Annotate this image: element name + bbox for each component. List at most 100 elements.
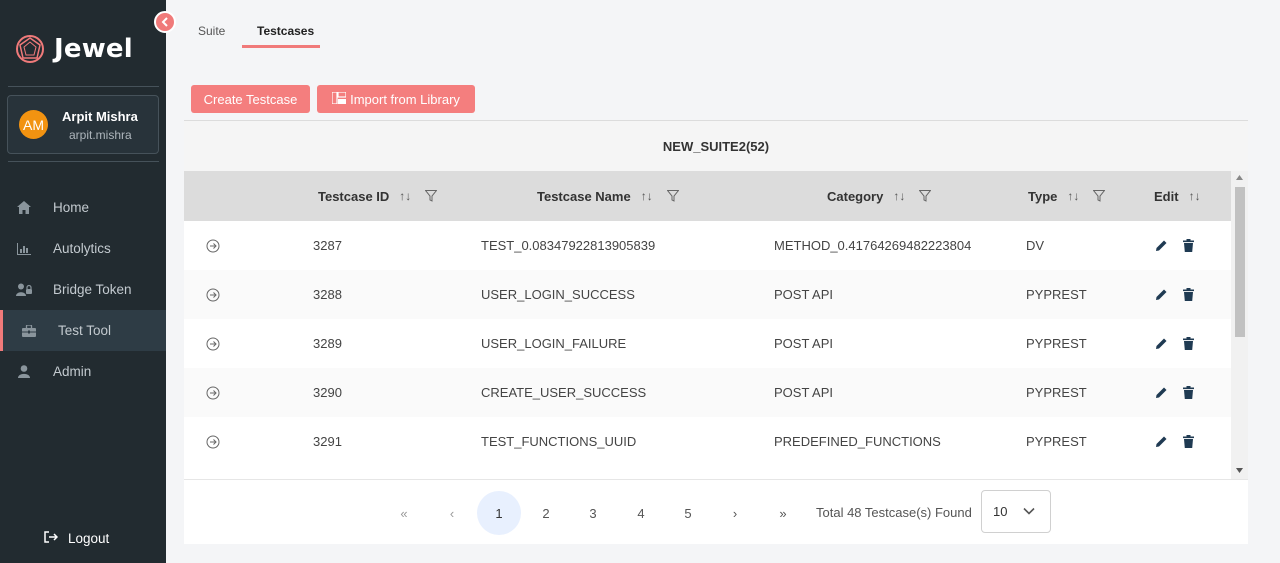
category-cell: POST API <box>774 385 834 400</box>
table-body: 3287 TEST_0.08347922813905839 METHOD_0.4… <box>184 221 1231 466</box>
testcase-name-cell: TEST_0.08347922813905839 <box>481 238 656 253</box>
sidebar-item-bridge-token[interactable]: Bridge Token <box>0 269 166 310</box>
filter-icon[interactable] <box>666 190 679 202</box>
sidebar-item-label: Bridge Token <box>53 282 132 297</box>
library-icon <box>331 90 347 107</box>
sort-icon[interactable]: ↑↓ <box>399 189 411 203</box>
expand-row-icon[interactable] <box>206 270 220 319</box>
type-cell: DV <box>1026 238 1045 253</box>
table-scrollbar[interactable] <box>1231 171 1248 479</box>
sidebar-item-test-tool[interactable]: Test Tool <box>0 310 166 351</box>
expand-row-icon[interactable] <box>206 417 220 466</box>
type-cell: PYPREST <box>1026 385 1087 400</box>
filter-icon[interactable] <box>1093 190 1106 202</box>
total-count-text: Total 48 Testcase(s) Found <box>816 505 972 520</box>
avatar: AM <box>19 110 48 139</box>
tab-suite[interactable]: Suite <box>198 24 225 38</box>
category-cell: POST API <box>774 336 834 351</box>
edit-icon[interactable] <box>1155 319 1168 368</box>
column-header-type[interactable]: Type ↑↓ <box>1028 171 1106 221</box>
sidebar-divider <box>8 161 159 162</box>
tab-testcases[interactable]: Testcases <box>257 24 314 38</box>
page-button-1[interactable]: 1 <box>477 491 521 535</box>
page-button-5[interactable]: 5 <box>666 491 710 535</box>
testcase-id-cell: 3288 <box>313 287 342 302</box>
edit-icon[interactable] <box>1155 270 1168 319</box>
page-button-2[interactable]: 2 <box>524 491 568 535</box>
edit-icon[interactable] <box>1155 368 1168 417</box>
sidebar-collapse-button[interactable] <box>154 11 176 33</box>
testcase-name-cell: USER_LOGIN_FAILURE <box>481 336 627 351</box>
scroll-down-icon[interactable] <box>1236 468 1243 473</box>
sort-icon[interactable]: ↑↓ <box>1189 189 1201 203</box>
logout-button[interactable]: Logout <box>44 531 109 546</box>
category-cell: PREDEFINED_FUNCTIONS <box>774 434 941 449</box>
sidebar-item-label: Test Tool <box>58 323 112 338</box>
sidebar: Jewel AM Arpit Mishra arpit.mishra Home … <box>0 0 166 563</box>
logout-icon <box>44 531 59 546</box>
delete-icon[interactable] <box>1183 368 1194 417</box>
testcase-name-cell: TEST_FUNCTIONS_UUID <box>481 434 637 449</box>
page-button-4[interactable]: 4 <box>619 491 663 535</box>
jewel-logo-icon <box>16 35 44 63</box>
column-header-testcase-id[interactable]: Testcase ID ↑↓ <box>318 171 438 221</box>
logout-label: Logout <box>68 531 110 546</box>
edit-icon[interactable] <box>1155 221 1168 270</box>
edit-icon[interactable] <box>1155 417 1168 466</box>
app-name: Jewel <box>54 34 133 64</box>
rows-per-page-select[interactable]: 10 <box>981 490 1051 533</box>
table-row: 3289 USER_LOGIN_FAILURE POST API PYPREST <box>184 319 1231 368</box>
user-username: arpit.mishra <box>69 128 132 142</box>
sidebar-divider <box>8 86 159 87</box>
table-row: 3288 USER_LOGIN_SUCCESS POST API PYPREST <box>184 270 1231 319</box>
delete-icon[interactable] <box>1183 270 1194 319</box>
sidebar-item-admin[interactable]: Admin <box>0 351 166 392</box>
scroll-up-icon[interactable] <box>1236 175 1243 180</box>
filter-icon[interactable] <box>425 190 438 202</box>
column-label: Category <box>827 188 884 204</box>
next-page-button[interactable]: › <box>713 491 757 535</box>
page-button-3[interactable]: 3 <box>571 491 615 535</box>
chevron-down-icon <box>1023 507 1035 515</box>
expand-row-icon[interactable] <box>206 221 220 270</box>
column-header-testcase-name[interactable]: Testcase Name ↑↓ <box>537 171 679 221</box>
sidebar-item-home[interactable]: Home <box>0 187 166 228</box>
expand-row-icon[interactable] <box>206 368 220 417</box>
testcase-id-cell: 3290 <box>313 385 342 400</box>
testcase-id-cell: 3289 <box>313 336 342 351</box>
sort-icon[interactable]: ↑↓ <box>641 189 653 203</box>
rows-per-page-value: 10 <box>993 504 1008 519</box>
testcases-card: NEW_SUITE2(52) Testcase ID ↑↓ Testcase N… <box>184 120 1248 544</box>
testcase-name-cell: CREATE_USER_SUCCESS <box>481 385 647 400</box>
category-cell: POST API <box>774 287 834 302</box>
delete-icon[interactable] <box>1183 319 1194 368</box>
testcase-id-cell: 3291 <box>313 434 342 449</box>
chart-icon <box>16 241 32 257</box>
testcase-name-cell: USER_LOGIN_SUCCESS <box>481 287 635 302</box>
filter-icon[interactable] <box>919 190 932 202</box>
column-header-category[interactable]: Category ↑↓ <box>827 171 932 221</box>
sort-icon[interactable]: ↑↓ <box>1067 189 1079 203</box>
table-header: Testcase ID ↑↓ Testcase Name ↑↓ Category… <box>184 171 1231 221</box>
sidebar-item-autolytics[interactable]: Autolytics <box>0 228 166 269</box>
column-header-edit[interactable]: Edit ↑↓ <box>1154 171 1201 221</box>
scroll-thumb[interactable] <box>1235 187 1245 337</box>
users-icon <box>16 282 32 298</box>
table-row: 3290 CREATE_USER_SUCCESS POST API PYPRES… <box>184 368 1231 417</box>
suite-title: NEW_SUITE2(52) <box>184 121 1248 171</box>
home-icon <box>16 200 32 216</box>
delete-icon[interactable] <box>1183 221 1194 270</box>
table-row: 3291 TEST_FUNCTIONS_UUID PREDEFINED_FUNC… <box>184 417 1231 466</box>
column-label: Edit <box>1154 188 1179 204</box>
column-label: Type <box>1028 188 1058 204</box>
delete-icon[interactable] <box>1183 417 1194 466</box>
expand-row-icon[interactable] <box>206 319 220 368</box>
user-profile-card[interactable]: AM Arpit Mishra arpit.mishra <box>7 95 159 154</box>
first-page-button[interactable]: « <box>382 491 426 535</box>
import-from-library-button[interactable]: Import from Library <box>317 85 475 113</box>
create-testcase-button[interactable]: Create Testcase <box>191 85 310 113</box>
testcase-id-cell: 3287 <box>313 238 342 253</box>
sort-icon[interactable]: ↑↓ <box>893 189 905 203</box>
prev-page-button[interactable]: ‹ <box>430 491 474 535</box>
last-page-button[interactable]: » <box>761 491 805 535</box>
